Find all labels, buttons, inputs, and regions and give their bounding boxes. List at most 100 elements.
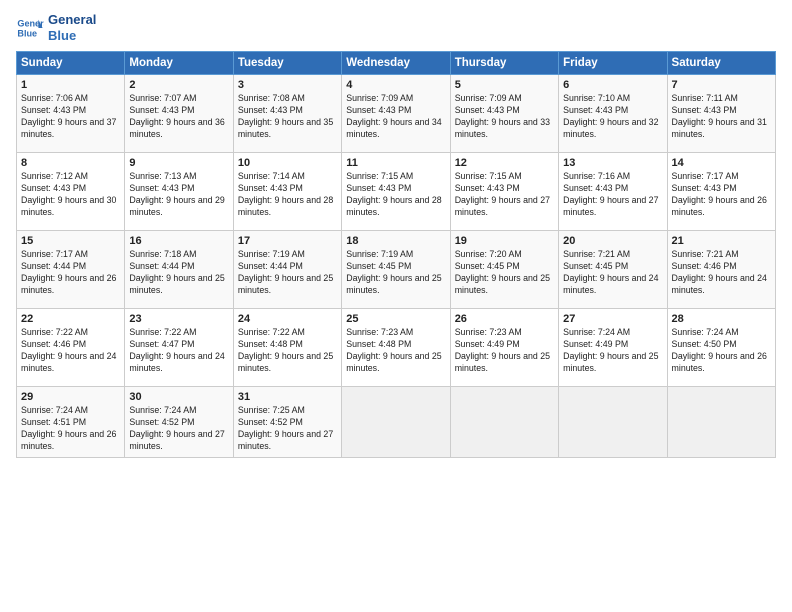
table-row: 22 Sunrise: 7:22 AMSunset: 4:46 PMDaylig… [17,309,125,387]
table-row: 27 Sunrise: 7:24 AMSunset: 4:49 PMDaylig… [559,309,667,387]
day-info: Sunrise: 7:17 AMSunset: 4:43 PMDaylight:… [672,171,767,217]
table-row: 12 Sunrise: 7:15 AMSunset: 4:43 PMDaylig… [450,153,558,231]
day-info: Sunrise: 7:15 AMSunset: 4:43 PMDaylight:… [346,171,441,217]
col-monday: Monday [125,52,233,75]
svg-text:Blue: Blue [17,28,37,38]
table-row: 25 Sunrise: 7:23 AMSunset: 4:48 PMDaylig… [342,309,450,387]
col-wednesday: Wednesday [342,52,450,75]
day-info: Sunrise: 7:20 AMSunset: 4:45 PMDaylight:… [455,249,550,295]
day-number: 17 [238,235,337,247]
day-info: Sunrise: 7:12 AMSunset: 4:43 PMDaylight:… [21,171,116,217]
table-row: 30 Sunrise: 7:24 AMSunset: 4:52 PMDaylig… [125,387,233,458]
table-row: 28 Sunrise: 7:24 AMSunset: 4:50 PMDaylig… [667,309,775,387]
day-info: Sunrise: 7:15 AMSunset: 4:43 PMDaylight:… [455,171,550,217]
day-info: Sunrise: 7:14 AMSunset: 4:43 PMDaylight:… [238,171,333,217]
day-number: 6 [563,79,662,91]
calendar-week-row: 22 Sunrise: 7:22 AMSunset: 4:46 PMDaylig… [17,309,776,387]
col-thursday: Thursday [450,52,558,75]
day-info: Sunrise: 7:13 AMSunset: 4:43 PMDaylight:… [129,171,224,217]
table-row: 13 Sunrise: 7:16 AMSunset: 4:43 PMDaylig… [559,153,667,231]
table-row: 1 Sunrise: 7:06 AMSunset: 4:43 PMDayligh… [17,75,125,153]
col-sunday: Sunday [17,52,125,75]
table-row: 24 Sunrise: 7:22 AMSunset: 4:48 PMDaylig… [233,309,341,387]
day-info: Sunrise: 7:22 AMSunset: 4:46 PMDaylight:… [21,327,116,373]
day-number: 21 [672,235,771,247]
day-info: Sunrise: 7:25 AMSunset: 4:52 PMDaylight:… [238,405,333,451]
table-row: 14 Sunrise: 7:17 AMSunset: 4:43 PMDaylig… [667,153,775,231]
day-info: Sunrise: 7:23 AMSunset: 4:48 PMDaylight:… [346,327,441,373]
table-row: 10 Sunrise: 7:14 AMSunset: 4:43 PMDaylig… [233,153,341,231]
day-number: 28 [672,313,771,325]
col-tuesday: Tuesday [233,52,341,75]
day-number: 8 [21,157,120,169]
day-number: 18 [346,235,445,247]
logo: General Blue General Blue [16,12,96,43]
day-info: Sunrise: 7:21 AMSunset: 4:46 PMDaylight:… [672,249,767,295]
table-row: 21 Sunrise: 7:21 AMSunset: 4:46 PMDaylig… [667,231,775,309]
table-row: 17 Sunrise: 7:19 AMSunset: 4:44 PMDaylig… [233,231,341,309]
day-number: 24 [238,313,337,325]
page-header: General Blue General Blue [16,12,776,43]
day-number: 30 [129,391,228,403]
day-number: 12 [455,157,554,169]
day-number: 20 [563,235,662,247]
calendar-week-row: 1 Sunrise: 7:06 AMSunset: 4:43 PMDayligh… [17,75,776,153]
day-number: 25 [346,313,445,325]
day-info: Sunrise: 7:17 AMSunset: 4:44 PMDaylight:… [21,249,116,295]
day-number: 2 [129,79,228,91]
day-info: Sunrise: 7:23 AMSunset: 4:49 PMDaylight:… [455,327,550,373]
page-container: General Blue General Blue Sunday Monday … [0,0,792,466]
day-info: Sunrise: 7:06 AMSunset: 4:43 PMDaylight:… [21,93,116,139]
table-row: 8 Sunrise: 7:12 AMSunset: 4:43 PMDayligh… [17,153,125,231]
logo-text: General [48,12,96,28]
day-number: 29 [21,391,120,403]
logo-subtext: Blue [48,28,96,44]
table-row: 18 Sunrise: 7:19 AMSunset: 4:45 PMDaylig… [342,231,450,309]
table-row: 20 Sunrise: 7:21 AMSunset: 4:45 PMDaylig… [559,231,667,309]
day-info: Sunrise: 7:08 AMSunset: 4:43 PMDaylight:… [238,93,333,139]
table-row: 29 Sunrise: 7:24 AMSunset: 4:51 PMDaylig… [17,387,125,458]
day-info: Sunrise: 7:24 AMSunset: 4:50 PMDaylight:… [672,327,767,373]
logo-icon: General Blue [16,14,44,42]
calendar-week-row: 8 Sunrise: 7:12 AMSunset: 4:43 PMDayligh… [17,153,776,231]
table-row: 5 Sunrise: 7:09 AMSunset: 4:43 PMDayligh… [450,75,558,153]
table-row: 26 Sunrise: 7:23 AMSunset: 4:49 PMDaylig… [450,309,558,387]
day-number: 10 [238,157,337,169]
day-info: Sunrise: 7:22 AMSunset: 4:48 PMDaylight:… [238,327,333,373]
table-row: 6 Sunrise: 7:10 AMSunset: 4:43 PMDayligh… [559,75,667,153]
day-number: 7 [672,79,771,91]
calendar-table: Sunday Monday Tuesday Wednesday Thursday… [16,51,776,458]
day-number: 31 [238,391,337,403]
day-info: Sunrise: 7:16 AMSunset: 4:43 PMDaylight:… [563,171,658,217]
table-row: 19 Sunrise: 7:20 AMSunset: 4:45 PMDaylig… [450,231,558,309]
table-row [559,387,667,458]
day-number: 1 [21,79,120,91]
table-row: 2 Sunrise: 7:07 AMSunset: 4:43 PMDayligh… [125,75,233,153]
table-row [342,387,450,458]
day-info: Sunrise: 7:10 AMSunset: 4:43 PMDaylight:… [563,93,658,139]
col-friday: Friday [559,52,667,75]
day-number: 22 [21,313,120,325]
day-info: Sunrise: 7:11 AMSunset: 4:43 PMDaylight:… [672,93,767,139]
day-info: Sunrise: 7:19 AMSunset: 4:45 PMDaylight:… [346,249,441,295]
calendar-week-row: 29 Sunrise: 7:24 AMSunset: 4:51 PMDaylig… [17,387,776,458]
table-row: 4 Sunrise: 7:09 AMSunset: 4:43 PMDayligh… [342,75,450,153]
day-number: 9 [129,157,228,169]
table-row: 9 Sunrise: 7:13 AMSunset: 4:43 PMDayligh… [125,153,233,231]
day-info: Sunrise: 7:24 AMSunset: 4:49 PMDaylight:… [563,327,658,373]
table-row: 7 Sunrise: 7:11 AMSunset: 4:43 PMDayligh… [667,75,775,153]
day-number: 4 [346,79,445,91]
day-number: 13 [563,157,662,169]
day-number: 5 [455,79,554,91]
calendar-week-row: 15 Sunrise: 7:17 AMSunset: 4:44 PMDaylig… [17,231,776,309]
table-row: 31 Sunrise: 7:25 AMSunset: 4:52 PMDaylig… [233,387,341,458]
header-row: Sunday Monday Tuesday Wednesday Thursday… [17,52,776,75]
table-row: 15 Sunrise: 7:17 AMSunset: 4:44 PMDaylig… [17,231,125,309]
day-number: 11 [346,157,445,169]
day-info: Sunrise: 7:21 AMSunset: 4:45 PMDaylight:… [563,249,658,295]
table-row: 11 Sunrise: 7:15 AMSunset: 4:43 PMDaylig… [342,153,450,231]
day-number: 27 [563,313,662,325]
day-number: 3 [238,79,337,91]
table-row: 3 Sunrise: 7:08 AMSunset: 4:43 PMDayligh… [233,75,341,153]
day-info: Sunrise: 7:18 AMSunset: 4:44 PMDaylight:… [129,249,224,295]
